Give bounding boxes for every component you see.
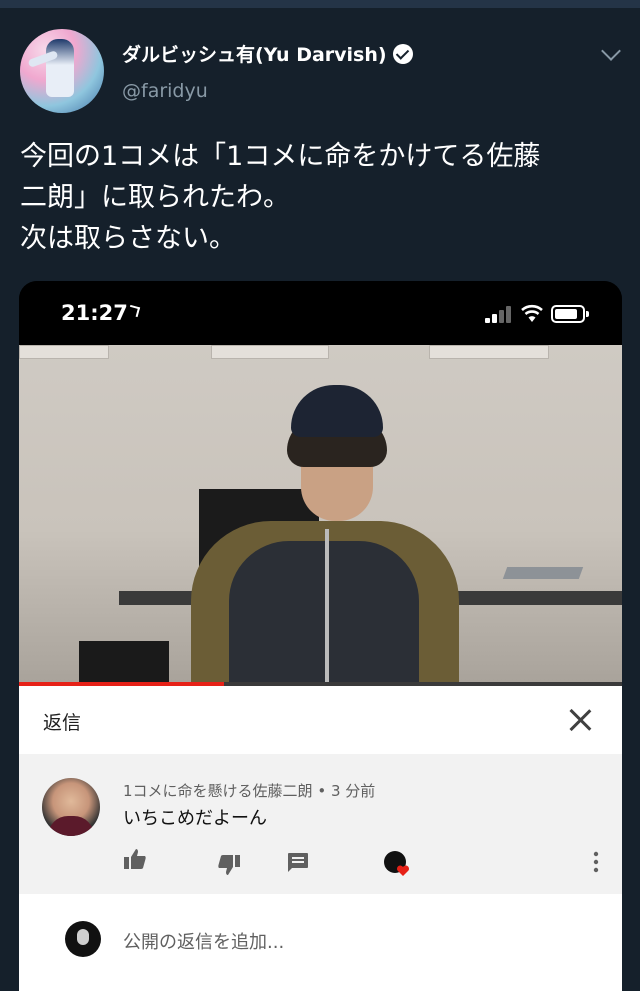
creator-heart-icon [384,851,410,876]
wifi-icon [521,304,543,322]
close-icon[interactable] [568,708,592,732]
battery-icon [551,305,589,323]
laptop [502,567,584,579]
author-name[interactable]: ダルビッシュ有(Yu Darvish) [122,40,387,67]
location-arrow-icon [127,304,141,318]
signal-icon [485,305,513,323]
comment-text: いちこめだよーん [123,808,267,829]
comment-meta: 1コメに命を懸ける佐藤二朗 • 3 分前 [123,780,375,801]
wall-frame [211,345,329,359]
jacket-zipper [325,529,329,682]
reply-icon[interactable] [287,852,309,872]
verified-icon [392,43,413,64]
top-divider [0,0,640,8]
meta-separator: • [312,782,331,800]
comment-time: 3 分前 [330,782,376,800]
comment: 1コメに命を懸ける佐藤二朗 • 3 分前 いちこめだよーん [19,754,622,894]
add-reply-row[interactable]: 公開の返信を追加... [19,894,622,991]
pc-tower [79,641,169,682]
author-row[interactable]: ダルビッシュ有(Yu Darvish) [122,40,413,67]
pitcher-figure [46,39,74,97]
tweet-text: 今回の1コメは「1コメに命をかけてる佐藤 二朗」に取られたわ。 次は取らさない。 [20,141,541,254]
wall-frame [429,345,549,359]
more-vert-icon[interactable] [593,851,599,873]
comment-author[interactable]: 1コメに命を懸ける佐藤二朗 [123,782,313,800]
phone-status-bar: 21:27 [19,281,622,345]
author-handle[interactable]: @faridyu [122,80,208,102]
embedded-screenshot[interactable]: 21:27 返信 1コメに命を懸ける佐藤二朗 • 3 分前 いちこめだよーん 公… [19,281,622,991]
chevron-down-icon[interactable] [601,41,621,61]
reply-panel-title: 返信 [43,712,82,734]
baseball-cap [291,385,383,437]
my-avatar [65,921,101,957]
add-reply-input[interactable]: 公開の返信を追加... [123,928,284,954]
profile-avatar[interactable] [20,29,104,113]
wall-frame [19,345,109,359]
reply-panel-header: 返信 [19,686,622,754]
status-time: 21:27 [61,301,128,325]
video-player[interactable] [19,345,622,682]
commenter-avatar[interactable] [42,778,100,836]
thumbs-down-icon[interactable] [217,854,241,876]
jacket-panel [229,541,419,682]
thumbs-up-icon[interactable] [123,848,147,870]
